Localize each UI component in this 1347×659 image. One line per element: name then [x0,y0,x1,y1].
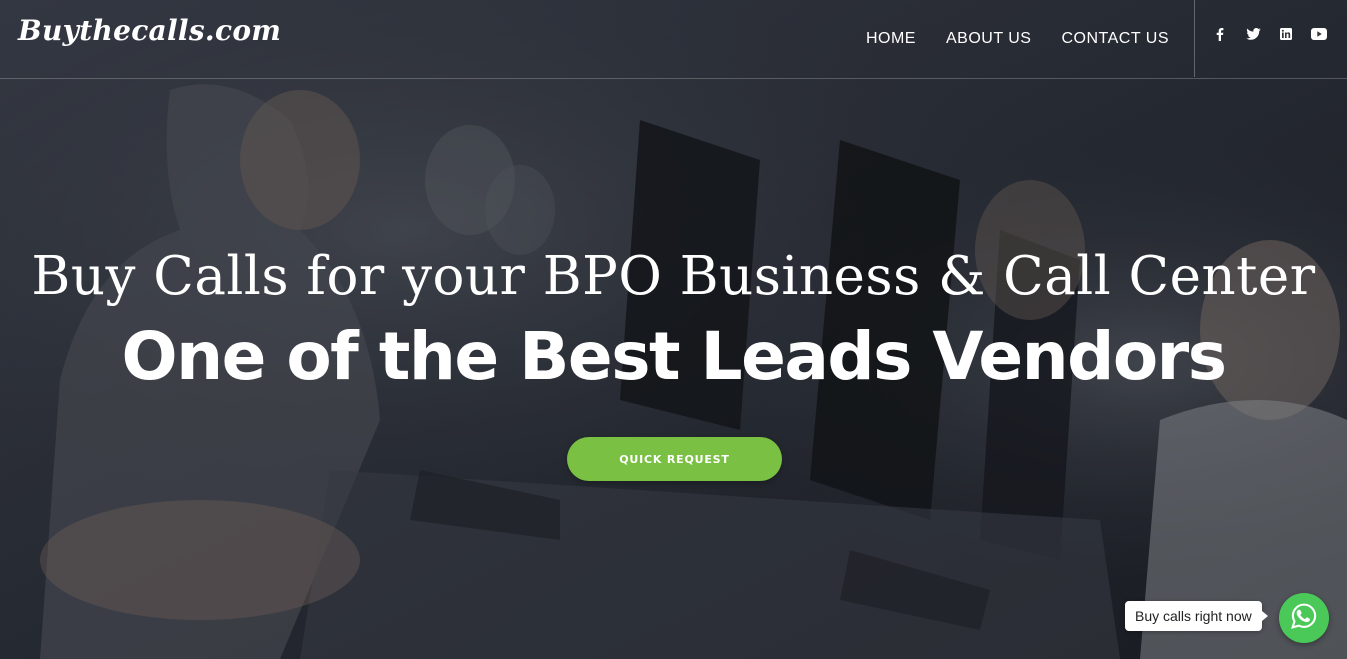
whatsapp-button[interactable] [1279,593,1329,643]
site-header: Buythecalls.com HOME ABOUT US CONTACT US [0,0,1347,79]
nav-item-about-us[interactable]: ABOUT US [946,30,1032,48]
hero-subtitle: Buy Calls for your BPO Business & Call C… [31,246,1316,307]
hero-section: Buythecalls.com HOME ABOUT US CONTACT US… [0,0,1347,659]
hero-title: One of the Best Leads Vendors [121,318,1227,395]
nav-item-contact-us[interactable]: CONTACT US [1061,30,1169,48]
facebook-icon[interactable] [1210,24,1230,44]
site-logo[interactable]: Buythecalls.com [18,14,281,47]
header-divider [1194,0,1195,77]
social-links [1210,24,1329,44]
whatsapp-icon [1290,602,1318,635]
nav-item-home[interactable]: HOME [866,30,916,48]
twitter-icon[interactable] [1243,24,1263,44]
youtube-icon[interactable] [1309,24,1329,44]
quick-request-button[interactable]: QUICK REQUEST [567,437,782,481]
main-nav: HOME ABOUT US CONTACT US [866,0,1169,78]
whatsapp-tooltip[interactable]: Buy calls right now [1125,601,1268,631]
linkedin-icon[interactable] [1276,24,1296,44]
